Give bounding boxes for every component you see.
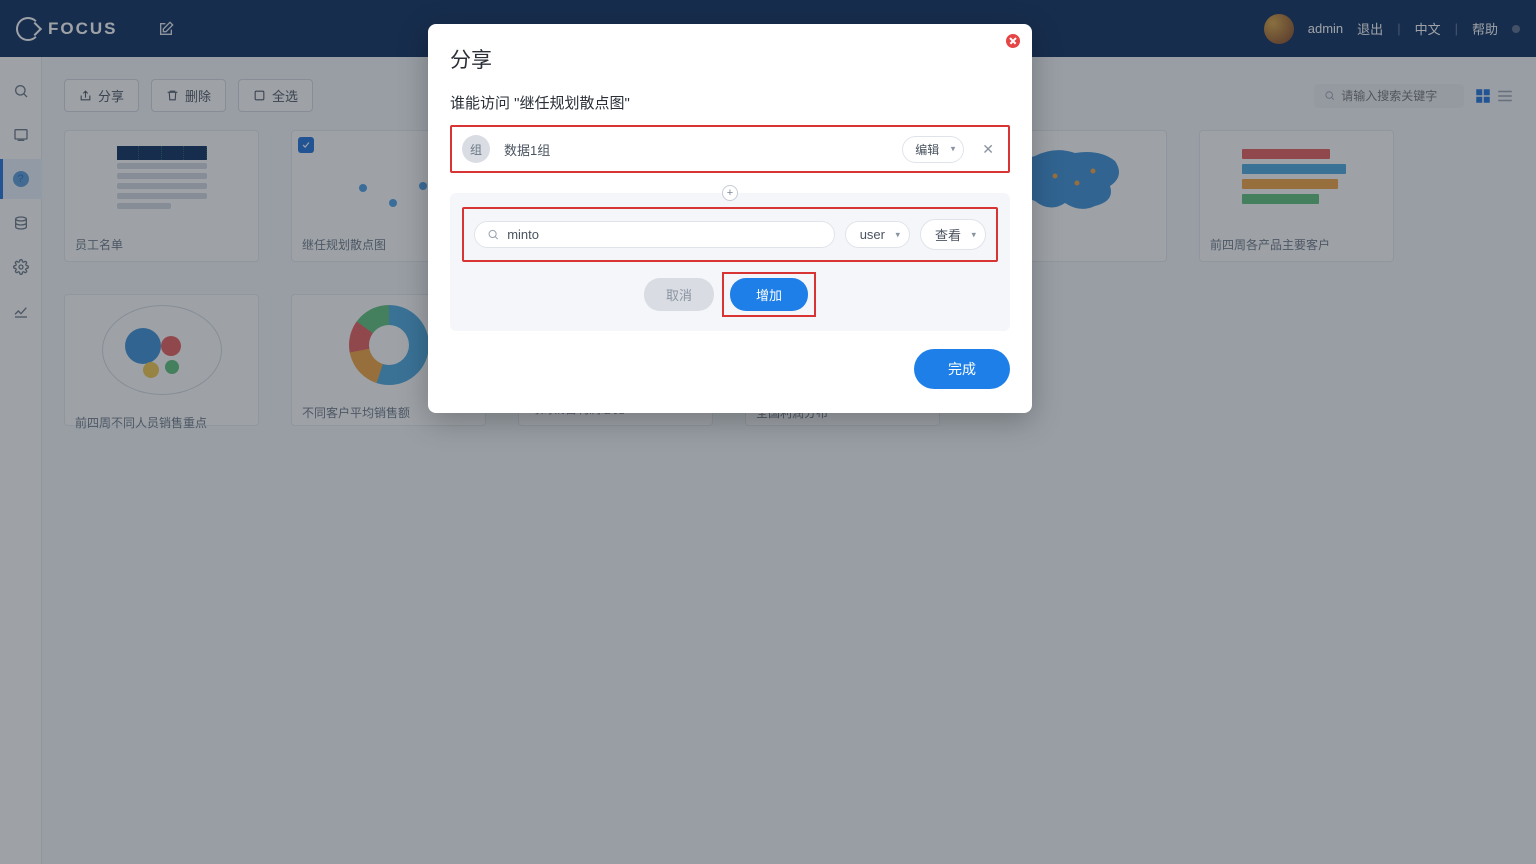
search-icon [487,228,499,241]
perm-select[interactable]: 查看 [920,219,986,250]
shared-user-row: 组 数据1组 编辑 ✕ [450,125,1010,173]
type-select[interactable]: user [845,221,910,248]
plus-icon[interactable]: + [722,185,738,201]
group-chip-icon: 组 [462,135,490,163]
add-button[interactable]: 增加 [730,278,808,311]
share-modal: 分享 谁能访问 "继任规划散点图" 组 数据1组 编辑 ✕ + user 查看 … [428,24,1032,413]
group-name: 数据1组 [504,140,550,159]
user-search-input[interactable] [507,227,821,242]
modal-subtitle: 谁能访问 "继任规划散点图" [450,92,1010,113]
close-icon[interactable] [1006,34,1020,48]
permission-select[interactable]: 编辑 [902,136,964,163]
add-user-row: user 查看 [462,207,998,262]
add-user-panel: + user 查看 取消 增加 [450,193,1010,331]
done-button[interactable]: 完成 [914,349,1010,389]
modal-title: 分享 [450,44,1010,74]
cancel-button[interactable]: 取消 [644,278,714,311]
add-button-highlight: 增加 [722,272,816,317]
user-search-wrap[interactable] [474,221,835,248]
remove-user-icon[interactable]: ✕ [978,141,998,158]
